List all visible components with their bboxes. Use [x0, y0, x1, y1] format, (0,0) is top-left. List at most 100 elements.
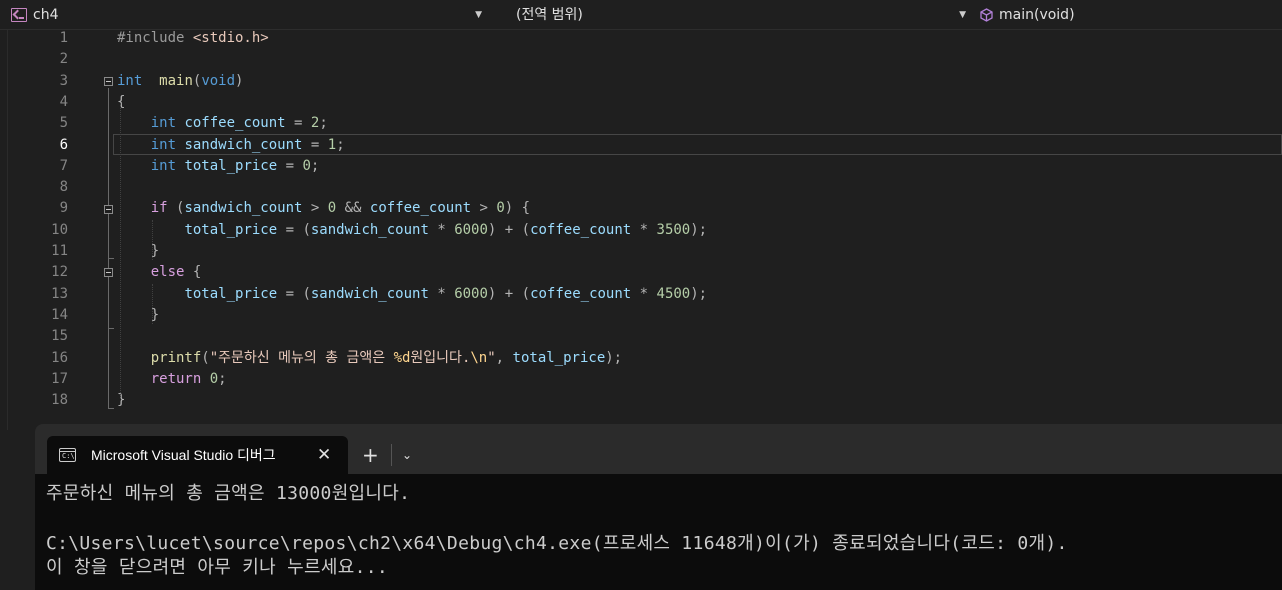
- code-token: total_price: [176, 157, 278, 174]
- code-token: 0: [209, 370, 219, 387]
- code-token: >: [471, 200, 497, 217]
- scope-dropdown[interactable]: (전역 범위) ▼: [490, 3, 970, 27]
- code-token: int: [150, 115, 177, 132]
- code-token: ;: [218, 370, 227, 387]
- collapse-main-icon[interactable]: [104, 77, 113, 86]
- line-code: else {: [117, 262, 202, 283]
- line-code: }: [117, 390, 125, 411]
- code-line[interactable]: 3 int main(void): [0, 71, 1282, 92]
- code-line[interactable]: 16 printf("주문하신 메뉴의 총 금액은 %d원입니다.\n", to…: [0, 348, 1282, 369]
- code-token: void: [201, 72, 236, 89]
- line-code: printf("주문하신 메뉴의 총 금액은 %d원입니다.\n", total…: [117, 348, 622, 369]
- tab-divider: [391, 444, 392, 466]
- code-token: main: [159, 72, 193, 89]
- code-line[interactable]: 1 #include <stdio.h>: [0, 28, 1282, 49]
- code-token: =: [285, 115, 311, 132]
- code-line[interactable]: 7 int total_price = 0;: [0, 156, 1282, 177]
- code-editor[interactable]: 1 #include <stdio.h> 2 3 int main(void) 4{5 i…: [0, 30, 1282, 430]
- chevron-down-icon[interactable]: ⌄: [402, 436, 412, 474]
- code-token: );: [690, 221, 708, 238]
- code-token: = (: [277, 221, 311, 238]
- code-line[interactable]: 10 total_price = (sandwich_count * 6000)…: [0, 220, 1282, 241]
- member-dropdown[interactable]: main(void): [974, 3, 1274, 27]
- outline-end: [108, 408, 114, 409]
- console-line: C:\Users\lucet\source\repos\ch2\x64\Debu…: [46, 533, 1068, 554]
- code-line[interactable]: 9 if (sandwich_count > 0 && coffee_count…: [0, 198, 1282, 219]
- line-number: 13: [51, 285, 68, 302]
- code-token: ;: [336, 136, 345, 153]
- code-token: ;: [319, 115, 328, 132]
- console-line: 주문하신 메뉴의 총 금액은 13000원입니다.: [46, 483, 411, 504]
- navigation-bar: ch4 ▼ (전역 범위) ▼ main(void): [0, 0, 1282, 30]
- code-line[interactable]: 13 total_price = (sandwich_count * 6000)…: [0, 284, 1282, 305]
- code-token: *: [631, 221, 657, 238]
- code-line[interactable]: 5 int coffee_count = 2;: [0, 113, 1282, 134]
- code-token: (: [201, 349, 210, 366]
- line-code: int sandwich_count = 1;: [117, 135, 345, 156]
- indent-guide: [152, 220, 153, 260]
- code-token: {: [184, 264, 202, 281]
- code-token: ) + (: [487, 285, 531, 302]
- code-token: *: [428, 285, 455, 302]
- code-token: sandwich_count: [310, 221, 429, 238]
- code-line[interactable]: 4{: [0, 92, 1282, 113]
- code-token: 0: [496, 200, 505, 217]
- line-number: 7: [59, 157, 68, 174]
- line-code: int main(void): [117, 71, 243, 92]
- collapse-else-icon[interactable]: [104, 268, 113, 277]
- code-token: \n: [470, 349, 488, 366]
- scope-label: (전역 범위): [516, 7, 583, 23]
- line-number: 8: [59, 179, 68, 196]
- code-token: ": [487, 349, 496, 366]
- outline-end: [108, 258, 114, 259]
- code-token: coffee_count: [176, 115, 286, 132]
- project-dropdown[interactable]: ch4 ▼: [8, 3, 486, 27]
- code-line[interactable]: 11 }: [0, 241, 1282, 262]
- line-number: 17: [51, 370, 68, 387]
- collapse-if-icon[interactable]: [104, 205, 113, 214]
- code-token: %d: [393, 349, 411, 366]
- code-line[interactable]: 12 else {: [0, 262, 1282, 283]
- code-token: *: [428, 221, 455, 238]
- new-tab-button[interactable]: +: [362, 436, 379, 474]
- code-token: ,: [495, 349, 513, 366]
- code-token: coffee_count: [530, 221, 632, 238]
- code-token: int: [150, 157, 177, 174]
- code-line[interactable]: 8: [0, 177, 1282, 198]
- code-line[interactable]: 15: [0, 326, 1282, 347]
- code-token: (: [167, 200, 185, 217]
- code-token: 3500: [656, 221, 691, 238]
- debug-console-window: C:\ Microsoft Visual Studio 디버그 ✕ + ⌄ 주문…: [35, 424, 1282, 590]
- code-token: total_price: [512, 349, 606, 366]
- code-token: coffee_count: [369, 200, 472, 217]
- code-token: sandwich_count: [176, 136, 303, 153]
- close-icon[interactable]: ✕: [317, 436, 331, 474]
- code-token: 4500: [656, 285, 691, 302]
- code-line[interactable]: 17 return 0;: [0, 369, 1282, 390]
- console-output[interactable]: 주문하신 메뉴의 총 금액은 13000원입니다. C:\Users\lucet…: [35, 474, 1282, 590]
- code-token: sandwich_count: [184, 200, 303, 217]
- line-number: 18: [51, 392, 68, 409]
- tab-debug-console[interactable]: C:\ Microsoft Visual Studio 디버그 ✕: [47, 436, 348, 474]
- code-line[interactable]: 2: [0, 49, 1282, 70]
- code-token: *: [631, 285, 657, 302]
- code-token: ;: [310, 157, 320, 174]
- line-code: {: [117, 92, 125, 113]
- code-token: coffee_count: [530, 285, 632, 302]
- line-number: 15: [51, 328, 68, 345]
- code-token: int: [117, 72, 143, 89]
- code-line[interactable]: 6 int sandwich_count = 1;: [0, 135, 1282, 156]
- code-line[interactable]: 14 }: [0, 305, 1282, 326]
- code-token: );: [605, 349, 623, 366]
- chevron-down-icon: ▼: [475, 10, 482, 20]
- code-token: 원입니다.: [410, 349, 471, 366]
- code-line[interactable]: 18}: [0, 390, 1282, 411]
